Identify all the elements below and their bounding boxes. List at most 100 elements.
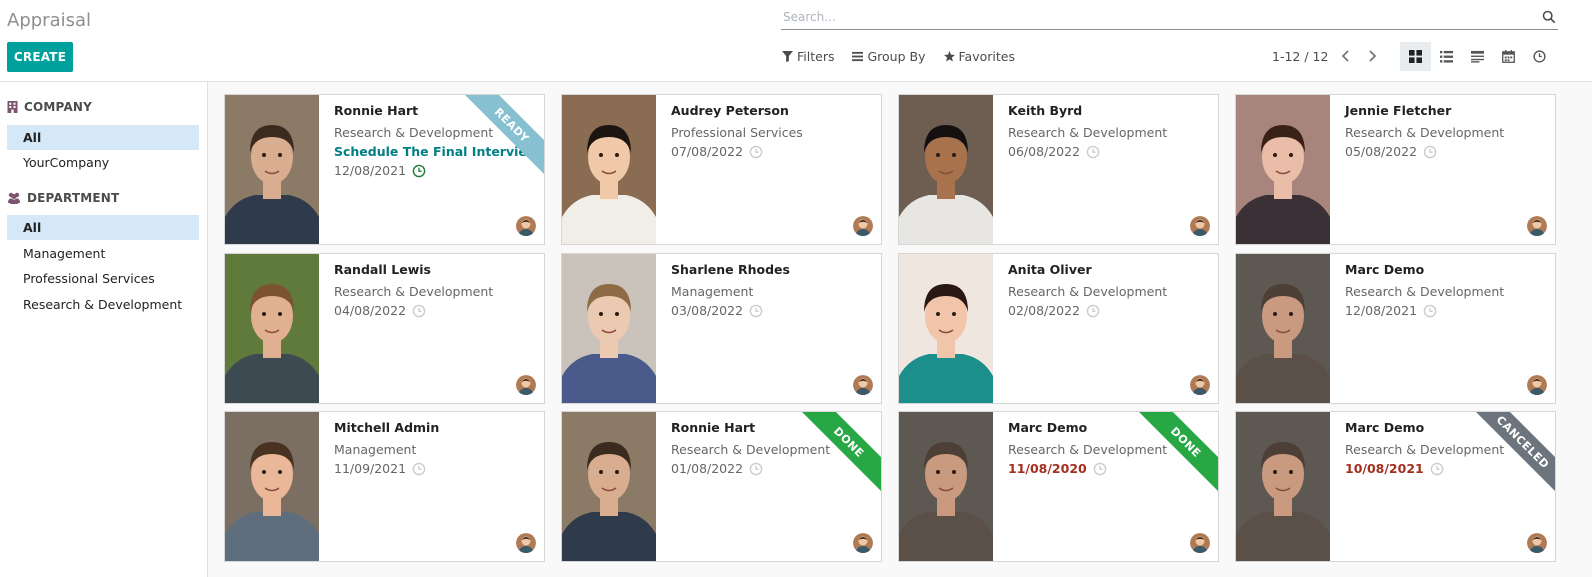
employee-department: Research & Development	[1345, 442, 1505, 457]
chevron-right-icon	[1369, 50, 1377, 62]
employee-photo	[562, 254, 656, 403]
employee-name: Keith Byrd	[1008, 103, 1083, 118]
th-large-icon	[1409, 50, 1422, 63]
activity-view-button[interactable]	[1462, 42, 1493, 71]
department-item-research-development[interactable]: Research & Development	[7, 292, 199, 317]
deadline-date: 12/08/2021	[334, 163, 407, 178]
star-icon	[943, 51, 955, 62]
activity-clock-icon[interactable]	[1086, 145, 1100, 159]
user-avatar[interactable]	[1527, 533, 1547, 553]
pager-next-button[interactable]	[1364, 48, 1380, 64]
user-avatar[interactable]	[1527, 375, 1547, 395]
activity-clock-icon[interactable]	[749, 304, 763, 318]
filters-button[interactable]: Filters	[782, 49, 834, 64]
calendar-icon	[1502, 50, 1515, 63]
list-view-button[interactable]	[1431, 42, 1462, 71]
appraisal-card[interactable]: Jennie Fletcher Research & Development 05…	[1235, 94, 1556, 245]
employee-department: Research & Development	[1008, 442, 1168, 457]
pager-value[interactable]: 1-12 / 12	[1272, 49, 1328, 64]
deadline-line: 10/08/2021	[1345, 461, 1444, 476]
activity-clock-icon[interactable]	[412, 462, 426, 476]
company-item-all[interactable]: All	[7, 125, 199, 150]
department-item-professional-services[interactable]: Professional Services	[7, 266, 199, 291]
deadline-date: 06/08/2022	[1008, 144, 1081, 159]
employee-name: Audrey Peterson	[671, 103, 789, 118]
groupby-button[interactable]: Group By	[852, 49, 926, 64]
employee-photo	[562, 95, 656, 244]
chevron-left-icon	[1342, 50, 1350, 62]
kanban-view: Ronnie Hart Research & Development Schedul…	[208, 82, 1592, 577]
activity-clock-icon[interactable]	[412, 304, 426, 318]
activity-clock-icon[interactable]	[1430, 462, 1444, 476]
employee-department: Research & Development	[334, 125, 494, 140]
employee-name: Jennie Fletcher	[1345, 103, 1452, 118]
appraisal-card[interactable]: Marc Demo Research & Development 12/08/20…	[1235, 253, 1556, 404]
pager: 1-12 / 12	[1272, 48, 1380, 64]
search-icon[interactable]	[1542, 10, 1556, 24]
activity-clock-icon[interactable]	[1086, 304, 1100, 318]
deadline-line: 11/09/2021	[334, 461, 426, 476]
appraisal-card[interactable]: Sharlene Rhodes Management 03/08/2022	[561, 253, 882, 404]
user-avatar[interactable]	[516, 216, 536, 236]
appraisal-card[interactable]: Audrey Peterson Professional Services 07/…	[561, 94, 882, 245]
activity-clock-icon[interactable]	[1093, 462, 1107, 476]
activity-clock-icon[interactable]	[1423, 145, 1437, 159]
deadline-line: 04/08/2022	[334, 303, 426, 318]
appraisal-card[interactable]: Anita Oliver Research & Development 02/08…	[898, 253, 1219, 404]
appraisal-card[interactable]: Ronnie Hart Research & Development Schedul…	[224, 94, 545, 245]
create-button[interactable]: CREATE	[7, 42, 73, 72]
view-switcher	[1400, 42, 1555, 71]
employee-department: Management	[334, 442, 417, 457]
employee-photo	[899, 412, 993, 561]
kanban-view-button[interactable]	[1400, 42, 1431, 71]
deadline-date: 11/09/2021	[334, 461, 407, 476]
appraisal-card[interactable]: Mitchell Admin Management 11/09/2021	[224, 411, 545, 562]
deadline-date: 10/08/2021	[1345, 461, 1424, 476]
favorites-button[interactable]: Favorites	[943, 49, 1015, 64]
user-avatar[interactable]	[853, 375, 873, 395]
search-options: Filters Group By Favorites	[782, 49, 1015, 64]
user-avatar[interactable]	[516, 533, 536, 553]
searchpanel-sidebar: COMPANY All YourCompany DEPARTMENT All M…	[0, 82, 208, 577]
employee-department: Management	[671, 284, 754, 299]
employee-photo	[562, 412, 656, 561]
appraisal-card[interactable]: Marc Demo Research & Development 10/08/20…	[1235, 411, 1556, 562]
deadline-date: 01/08/2022	[671, 461, 744, 476]
company-item-yourcompany[interactable]: YourCompany	[7, 150, 199, 175]
employee-photo	[1236, 412, 1330, 561]
activity-clock-view-button[interactable]	[1524, 42, 1555, 71]
calendar-view-button[interactable]	[1493, 42, 1524, 71]
activity-clock-icon[interactable]	[749, 462, 763, 476]
deadline-line: 01/08/2022	[671, 461, 763, 476]
employee-photo	[225, 254, 319, 403]
department-item-all[interactable]: All	[7, 215, 199, 240]
building-icon	[7, 101, 18, 113]
appraisal-card[interactable]: Keith Byrd Research & Development 06/08/2…	[898, 94, 1219, 245]
deadline-line: 07/08/2022	[671, 144, 763, 159]
user-avatar[interactable]	[1190, 375, 1210, 395]
user-avatar[interactable]	[1190, 216, 1210, 236]
department-item-management[interactable]: Management	[7, 241, 199, 266]
employee-department: Research & Development	[334, 284, 494, 299]
user-avatar[interactable]	[853, 533, 873, 553]
company-title-label: COMPANY	[24, 100, 93, 114]
search-input[interactable]	[781, 6, 1521, 28]
activity-clock-icon[interactable]	[412, 164, 426, 178]
appraisal-card[interactable]: Marc Demo Research & Development 11/08/20…	[898, 411, 1219, 562]
employee-department: Research & Development	[671, 442, 831, 457]
deadline-date: 05/08/2022	[1345, 144, 1418, 159]
employee-department: Research & Development	[1345, 125, 1505, 140]
deadline-line: 06/08/2022	[1008, 144, 1100, 159]
employee-department: Professional Services	[671, 125, 803, 140]
user-avatar[interactable]	[1190, 533, 1210, 553]
user-avatar[interactable]	[516, 375, 536, 395]
user-avatar[interactable]	[853, 216, 873, 236]
activity-clock-icon[interactable]	[749, 145, 763, 159]
filter-icon	[782, 51, 793, 62]
deadline-date: 07/08/2022	[671, 144, 744, 159]
activity-clock-icon[interactable]	[1423, 304, 1437, 318]
user-avatar[interactable]	[1527, 216, 1547, 236]
appraisal-card[interactable]: Ronnie Hart Research & Development 01/08/…	[561, 411, 882, 562]
appraisal-card[interactable]: Randall Lewis Research & Development 04/0…	[224, 253, 545, 404]
pager-previous-button[interactable]	[1338, 48, 1354, 64]
